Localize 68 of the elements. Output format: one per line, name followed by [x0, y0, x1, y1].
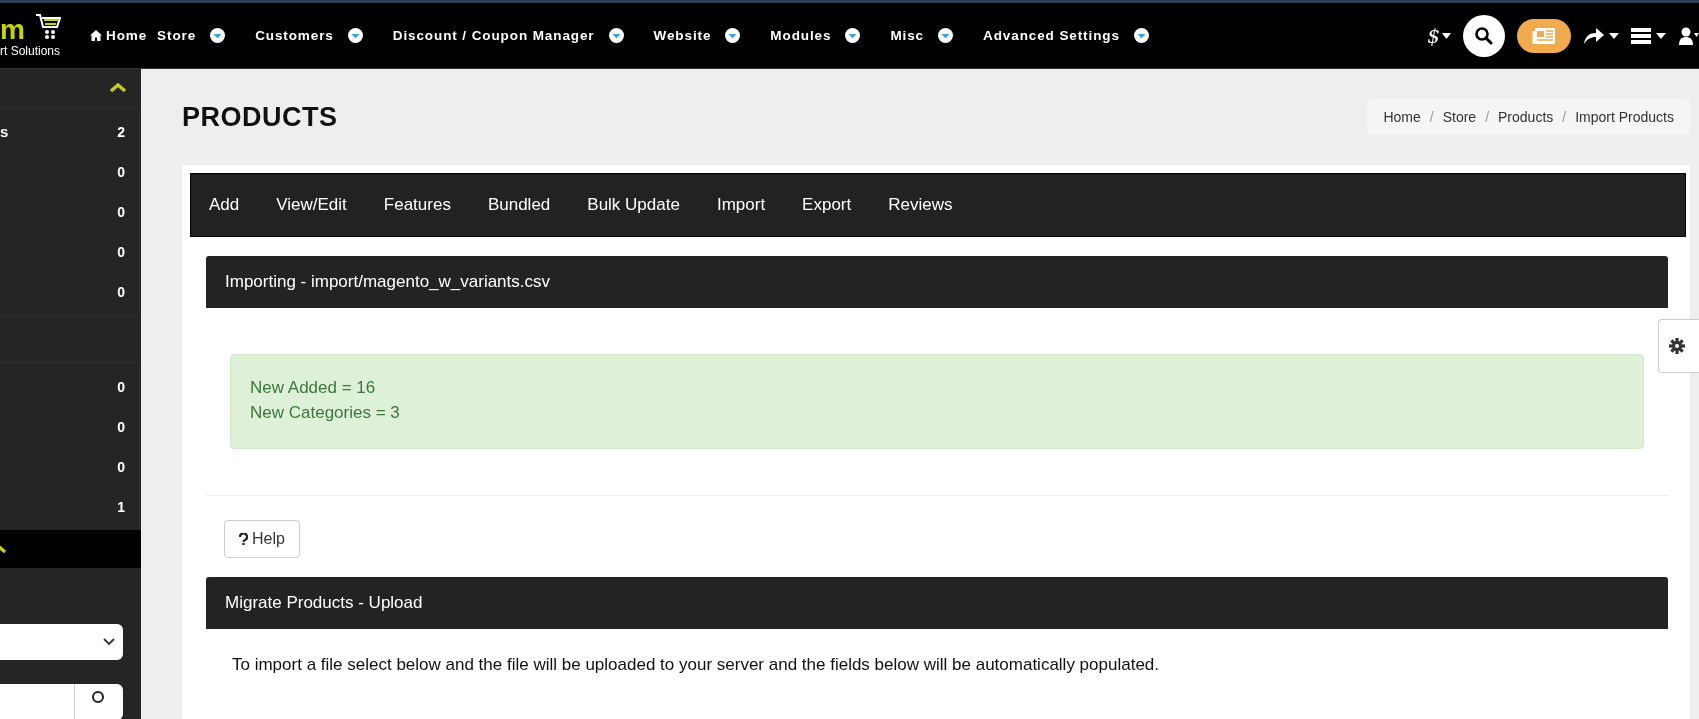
dropdown-icon[interactable] — [1133, 28, 1149, 43]
sidebar-count: 0 — [117, 459, 125, 476]
nav-menu-item[interactable]: Store — [153, 24, 205, 47]
tab[interactable]: Import — [707, 195, 785, 215]
breadcrumb-separator: / — [1561, 109, 1568, 125]
breadcrumb-link[interactable]: Store — [1442, 109, 1477, 125]
cart-icon — [34, 11, 61, 40]
tab[interactable]: Bundled — [478, 195, 570, 215]
alert-message: New Categories = 3 — [250, 402, 401, 424]
breadcrumb-link[interactable]: Home — [1383, 109, 1421, 125]
sidebar-count: 0 — [117, 203, 125, 220]
sidebar-count: 0 — [117, 163, 125, 180]
chevron-down-icon — [103, 638, 115, 647]
tab[interactable]: Bulk Update — [578, 195, 699, 215]
user-menu-icon[interactable] — [1679, 26, 1699, 45]
nav-menu-item[interactable]: Discount / Coupon Manager — [388, 24, 603, 47]
dropdown-icon[interactable] — [725, 28, 741, 43]
tab[interactable]: Export — [793, 195, 871, 215]
logo-text: m — [0, 17, 25, 42]
breadcrumb-separator: / — [1484, 109, 1491, 125]
search-button[interactable] — [1463, 14, 1505, 57]
nav-menu-item[interactable]: Misc — [886, 24, 933, 47]
nav-menu-item[interactable]: Home — [86, 24, 154, 47]
dropdown-icon[interactable] — [608, 28, 624, 43]
panel-title: Migrate Products - Upload — [225, 593, 423, 613]
sidebar-count: 0 — [117, 419, 125, 436]
sidebar-count: 0 — [117, 283, 125, 300]
share-menu-icon[interactable] — [1583, 26, 1619, 45]
search-icon — [1474, 25, 1494, 46]
settings-icon — [1669, 336, 1685, 356]
logo-tagline: rt Solutions — [0, 43, 62, 58]
tab[interactable]: Reviews — [879, 195, 972, 215]
nav-menu-item[interactable]: Modules — [766, 24, 840, 47]
tab[interactable]: View/Edit — [267, 195, 366, 215]
chevron-icon — [0, 544, 8, 555]
news-button[interactable] — [1517, 18, 1571, 53]
search-field[interactable] — [0, 684, 123, 719]
question-icon — [239, 533, 248, 545]
nav-menu-item[interactable]: Advanced Settings — [979, 24, 1128, 47]
dropdown-icon[interactable] — [845, 28, 861, 43]
dropdown-icon[interactable] — [347, 28, 363, 43]
alert-message: New Added = 16 — [250, 377, 377, 399]
sidebar-count: 0 — [117, 379, 125, 396]
sidebar-item[interactable]: s — [0, 123, 9, 141]
panel-title: Importing - import/magento_w_variants.csv — [225, 272, 551, 292]
tab[interactable]: Add — [200, 195, 259, 215]
home-icon — [90, 30, 102, 41]
breadcrumb-separator: / — [1428, 109, 1435, 125]
tab[interactable]: Features — [374, 195, 470, 215]
select-field[interactable] — [0, 624, 123, 661]
server-menu-icon[interactable] — [1631, 26, 1667, 45]
breadcrumb-link[interactable]: Products — [1498, 109, 1554, 125]
sidebar-count: 0 — [117, 243, 125, 260]
page-title: PRODUCTS — [182, 101, 338, 133]
dropdown-icon[interactable] — [938, 28, 954, 43]
sidebar-count: 1 — [117, 499, 125, 516]
currency-menu[interactable]: $ — [1427, 23, 1451, 48]
breadcrumb-current: Import Products — [1575, 109, 1674, 125]
help-button[interactable]: Help — [224, 520, 300, 558]
newspaper-icon — [1532, 26, 1556, 45]
dropdown-icon[interactable] — [210, 28, 226, 43]
instruction-text: To import a file select below and the file will be uploaded to your server and the fields below will be automatically populated. — [232, 655, 1161, 675]
nav-menu-item[interactable]: Customers — [251, 24, 342, 47]
sidebar-count: 2 — [117, 123, 125, 140]
collapse-icon[interactable] — [109, 82, 127, 94]
caret-icon — [1442, 32, 1451, 39]
nav-menu-item[interactable]: Website — [649, 24, 720, 47]
settings-button[interactable] — [1658, 319, 1699, 373]
